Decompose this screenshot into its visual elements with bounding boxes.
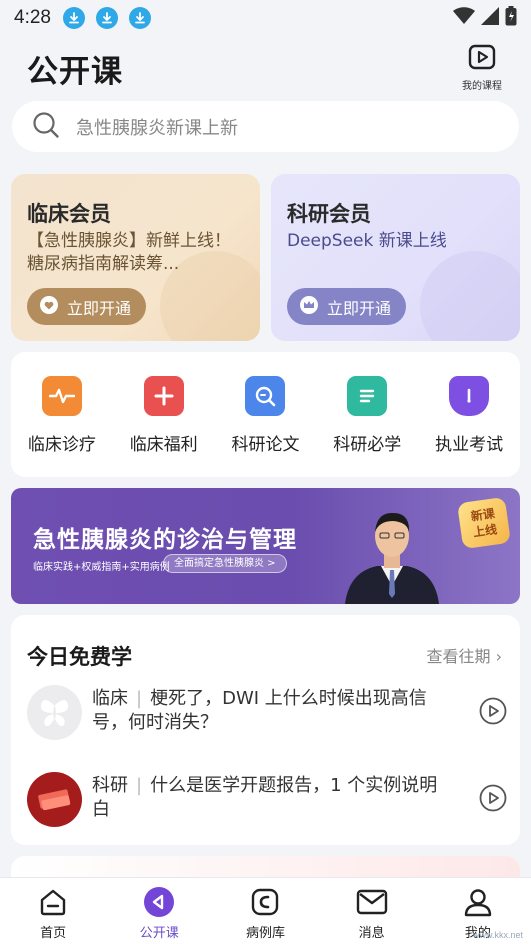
- search-doc-icon: [245, 376, 286, 416]
- case-library-icon: [249, 886, 281, 918]
- wifi-icon: [453, 7, 475, 29]
- butterfly-thumbnail-icon: [27, 685, 82, 740]
- play-square-icon: [468, 44, 496, 74]
- pen-nib-icon: [449, 376, 490, 416]
- lesson-title: 梗死了，DWI 上什么时候出现高信号，何时消失？: [92, 688, 427, 733]
- activate-button-label: 立即开通: [327, 298, 392, 318]
- heart-shield-icon: [39, 295, 59, 319]
- category-label: 临床诊疗: [27, 435, 96, 455]
- my-courses-button[interactable]: 我的课程: [457, 44, 507, 92]
- page-title: 公开课: [27, 54, 123, 90]
- tab-messages[interactable]: 消息: [332, 886, 412, 944]
- lesson-category: 科研: [92, 775, 128, 796]
- report-thumbnail-icon: [27, 772, 82, 827]
- lesson-text: 临床 | 梗死了，DWI 上什么时候出现高信号，何时消失？: [92, 687, 452, 735]
- card-title: 临床会员: [27, 202, 111, 226]
- tab-open-courses[interactable]: 公开课: [119, 886, 199, 944]
- section-title: 今日免费学: [27, 645, 132, 669]
- category-clinical-benefits[interactable]: 临床福利: [116, 376, 212, 477]
- research-member-card[interactable]: 科研会员 DeepSeek 新课上线 立即开通: [271, 174, 520, 341]
- lesson-title: 什么是医学开题报告，1 个实例说明白: [92, 775, 438, 820]
- lesson-item[interactable]: 科研 | 什么是医学开题报告，1 个实例说明白: [27, 772, 507, 832]
- notebook-icon: [347, 376, 388, 416]
- watermark: www.kkx.net: [472, 930, 523, 940]
- pulse-icon: [41, 376, 82, 416]
- search-icon: [32, 111, 60, 143]
- tab-label: 公开课: [139, 926, 179, 941]
- card-title: 科研会员: [287, 202, 371, 226]
- category-research-papers[interactable]: 科研论文: [217, 376, 313, 477]
- card-decoration: [420, 251, 520, 341]
- lecturer-photo: [337, 502, 447, 604]
- mail-icon: [356, 886, 388, 918]
- tab-label: 病例库: [245, 926, 285, 941]
- download-notification-icon: [128, 7, 151, 29]
- category-label: 执业考试: [435, 435, 504, 455]
- clinical-member-card[interactable]: 临床会员 【急性胰腺炎】新鲜上线！糖尿病指南解读筹... 立即开通: [11, 174, 260, 341]
- tab-home[interactable]: 首页: [13, 886, 93, 944]
- search-input[interactable]: 急性胰腺炎新课上新: [12, 101, 519, 152]
- category-label: 科研论文: [231, 435, 300, 455]
- banner-title: 急性胰腺炎的诊治与管理: [33, 527, 297, 553]
- plus-icon: [143, 376, 184, 416]
- card-description: DeepSeek 新课上线: [287, 231, 447, 251]
- search-placeholder: 急性胰腺炎新课上新: [76, 117, 238, 139]
- lesson-separator: |: [136, 775, 143, 796]
- banner-tags: 临床实践+权威指南+实用病例: [33, 562, 170, 573]
- play-circle-icon[interactable]: [479, 784, 507, 812]
- lesson-category: 临床: [92, 688, 128, 709]
- category-label: 科研必学: [333, 435, 402, 455]
- header: 公开课 我的课程: [0, 36, 531, 94]
- category-clinical-diagnosis[interactable]: 临床诊疗: [14, 376, 110, 477]
- status-time: 4:28: [14, 7, 51, 28]
- free-today-section: 今日免费学 查看往期 › 临床 | 梗死了，DWI 上什么时候出现高信号，何时消失？…: [11, 615, 520, 845]
- bottom-tab-bar: 首页 公开课 病例库 消息 我的: [0, 877, 531, 944]
- card-description: 【急性胰腺炎】新鲜上线！糖尿病指南解读筹...: [27, 231, 231, 274]
- crown-icon: [299, 295, 319, 319]
- play-circle-icon[interactable]: [479, 697, 507, 725]
- signal-icon: [481, 7, 499, 29]
- play-circle-icon: [143, 886, 175, 918]
- person-icon: [462, 886, 494, 918]
- category-grid: 临床诊疗 临床福利 科研论文 科研必学 执业考试: [11, 352, 520, 477]
- lesson-text: 科研 | 什么是医学开题报告，1 个实例说明白: [92, 774, 452, 822]
- home-icon: [37, 886, 69, 918]
- download-notification-icon: [95, 7, 118, 29]
- category-label: 临床福利: [129, 435, 198, 455]
- activate-button[interactable]: 立即开通: [287, 288, 406, 325]
- view-past-link[interactable]: 查看往期 ›: [427, 643, 503, 667]
- tab-case-library[interactable]: 病例库: [225, 886, 305, 944]
- tab-label: 消息: [358, 926, 385, 941]
- battery-icon: [505, 6, 517, 30]
- new-course-badge: 新课 上线: [457, 496, 511, 550]
- my-courses-label: 我的课程: [462, 81, 502, 92]
- download-notification-icon: [62, 7, 85, 29]
- lesson-item[interactable]: 临床 | 梗死了，DWI 上什么时候出现高信号，何时消失？: [27, 685, 507, 745]
- category-licensing-exam[interactable]: 执业考试: [421, 376, 517, 477]
- status-bar: 4:28: [0, 0, 531, 36]
- lesson-separator: |: [136, 688, 143, 709]
- category-research-essentials[interactable]: 科研必学: [319, 376, 415, 477]
- banner-pill: 全面搞定急性胰腺炎 >: [163, 554, 287, 573]
- tab-label: 首页: [40, 926, 67, 941]
- course-banner[interactable]: 急性胰腺炎的诊治与管理 临床实践+权威指南+实用病例 全面搞定急性胰腺炎 > 新…: [11, 488, 520, 604]
- activate-button[interactable]: 立即开通: [27, 288, 146, 325]
- activate-button-label: 立即开通: [67, 298, 132, 318]
